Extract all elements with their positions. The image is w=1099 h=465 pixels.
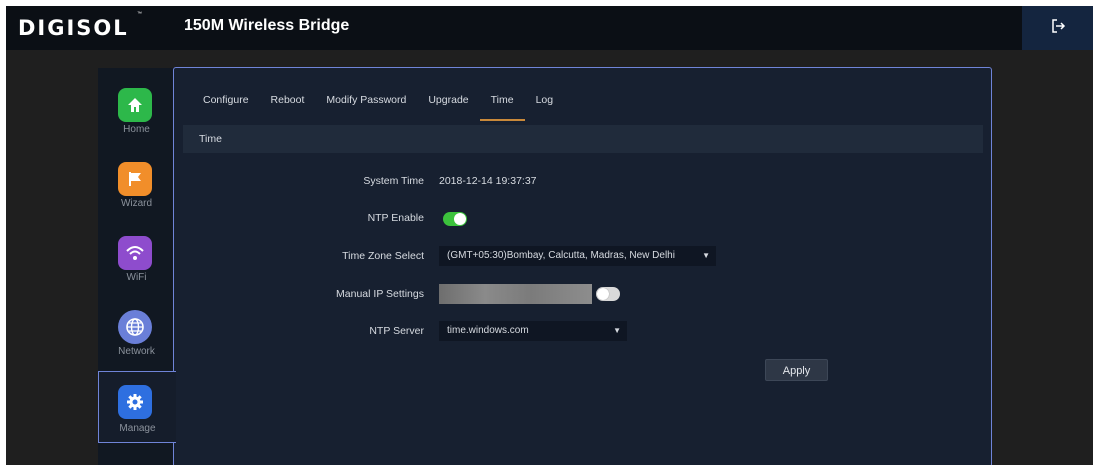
ntp-enable-label: NTP Enable [367, 212, 424, 224]
app-title: 150M Wireless Bridge [184, 17, 350, 34]
sidebar-item-manage[interactable]: Manage [98, 371, 176, 443]
tab-time[interactable]: Time [479, 90, 525, 121]
ntp-enable-toggle[interactable] [443, 212, 467, 226]
ntp-server-select[interactable]: time.windows.com ▼ [439, 321, 627, 341]
timezone-label: Time Zone Select [342, 250, 424, 262]
ntp-server-value: time.windows.com [447, 325, 529, 336]
system-time-value: 2018-12-14 19:37:37 [439, 175, 537, 187]
flag-icon [118, 162, 152, 196]
logout-icon [1050, 18, 1066, 39]
manual-ip-field[interactable] [439, 284, 592, 304]
sidebar-item-label: Network [118, 346, 155, 357]
tab-configure[interactable]: Configure [192, 90, 260, 120]
brand-logo: DIGISOL [18, 16, 129, 40]
manual-ip-label: Manual IP Settings [336, 288, 424, 300]
timezone-value: (GMT+05:30)Bombay, Calcutta, Madras, New… [447, 250, 675, 261]
tab-log[interactable]: Log [525, 90, 565, 120]
sidebar-item-home[interactable]: Home [98, 78, 175, 150]
toggle-knob [454, 213, 466, 225]
sidebar-item-label: WiFi [126, 272, 147, 283]
sidebar-item-network[interactable]: Network [98, 300, 175, 372]
apply-button[interactable]: Apply [765, 359, 828, 381]
chevron-down-icon: ▼ [702, 251, 710, 260]
toggle-knob [597, 288, 609, 300]
main-panel: Configure Reboot Modify Password Upgrade… [173, 67, 992, 465]
globe-icon [118, 310, 152, 344]
gear-icon [118, 385, 152, 419]
system-time-label: System Time [363, 175, 424, 187]
manual-ip-toggle[interactable] [596, 287, 620, 301]
tab-modify-password[interactable]: Modify Password [315, 90, 417, 120]
logout-button[interactable] [1022, 6, 1093, 50]
home-icon [118, 88, 152, 122]
chevron-down-icon: ▼ [613, 326, 621, 335]
tab-bar: Configure Reboot Modify Password Upgrade… [192, 90, 565, 121]
ntp-server-label: NTP Server [369, 325, 424, 337]
section-title: Time [183, 125, 983, 153]
top-header: DIGISOL ™ 150M Wireless Bridge [6, 6, 1093, 50]
tab-upgrade[interactable]: Upgrade [417, 90, 479, 120]
logo-trademark: ™ [137, 11, 142, 17]
wifi-icon [118, 236, 152, 270]
sidebar-item-label: Wizard [120, 198, 153, 209]
sidebar-item-wizard[interactable]: Wizard [98, 152, 175, 224]
sidebar-item-label: Manage [119, 423, 156, 434]
sidebar: Home Wizard WiFi Network Manage [98, 68, 176, 465]
tab-reboot[interactable]: Reboot [260, 90, 316, 120]
sidebar-item-wifi[interactable]: WiFi [98, 226, 175, 298]
sidebar-item-label: Home [123, 124, 150, 135]
app-window: DIGISOL ™ 150M Wireless Bridge Home Wiza… [6, 6, 1093, 465]
timezone-select[interactable]: (GMT+05:30)Bombay, Calcutta, Madras, New… [439, 246, 716, 266]
